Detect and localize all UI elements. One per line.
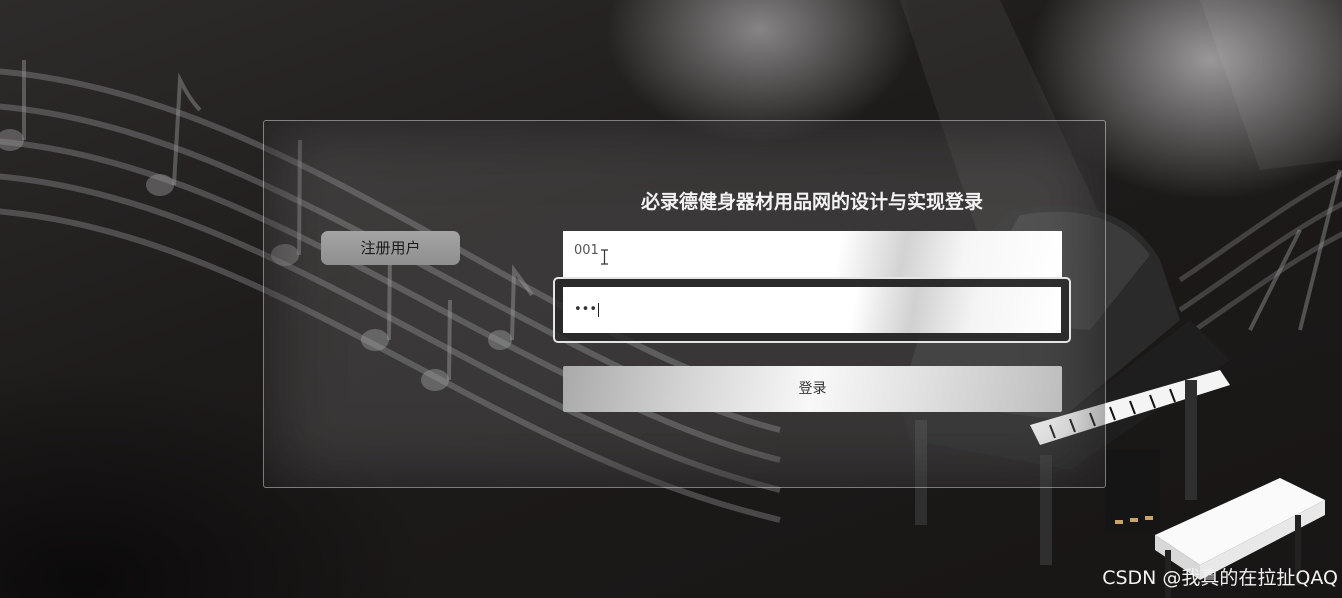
text-caret bbox=[598, 302, 600, 317]
text-cursor-icon bbox=[601, 249, 608, 265]
username-value: 001 bbox=[574, 243, 599, 258]
page-title: 必录德健身器材用品网的设计与实现登录 bbox=[640, 191, 983, 213]
login-button[interactable]: 登录 bbox=[563, 366, 1062, 412]
login-panel: 必录德健身器材用品网的设计与实现登录 注册用户 001 ••• 登录 bbox=[263, 120, 1106, 488]
register-button[interactable]: 注册用户 bbox=[321, 231, 460, 265]
password-focus-frame: ••• bbox=[553, 277, 1071, 343]
password-input[interactable]: ••• bbox=[563, 287, 1061, 333]
watermark: CSDN @我真的在拉扯QAQ bbox=[1102, 567, 1338, 589]
username-input[interactable]: 001 bbox=[563, 231, 1062, 277]
password-value: ••• bbox=[574, 302, 598, 317]
